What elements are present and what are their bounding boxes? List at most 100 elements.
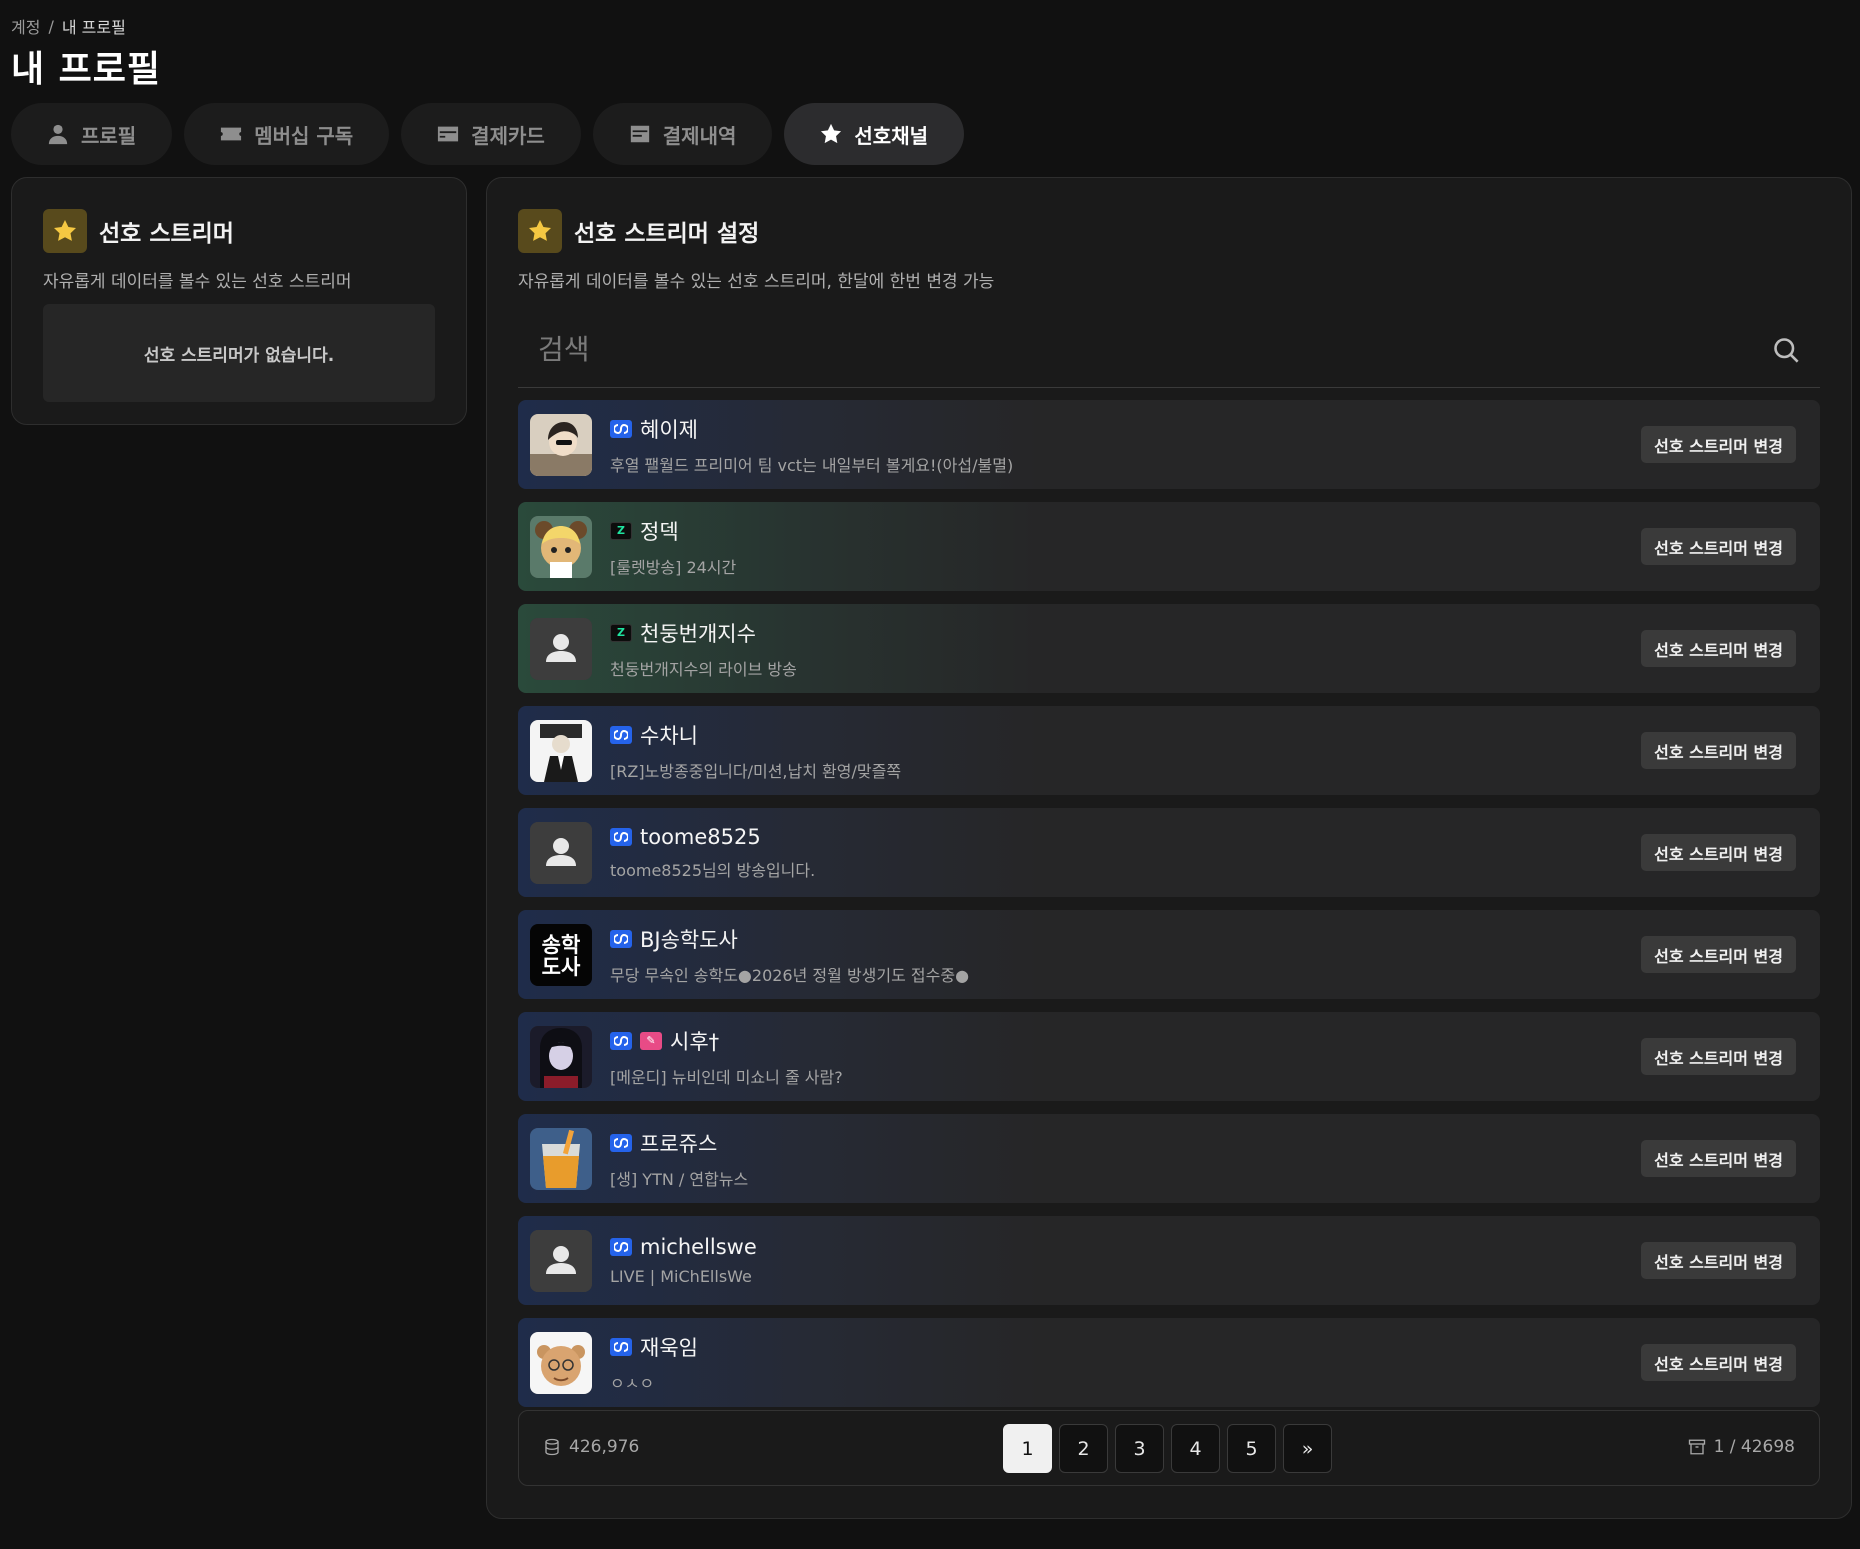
streamer-description: toome8525님의 방송입니다. bbox=[610, 860, 816, 880]
soop-platform-icon bbox=[610, 725, 632, 744]
page-status: 1 / 42698 bbox=[1688, 1437, 1795, 1457]
database-icon bbox=[545, 1438, 559, 1456]
tab-favorite-channel[interactable]: 선호채널 bbox=[784, 103, 964, 165]
streamer-description: ㅇㅅㅇ bbox=[610, 1373, 655, 1393]
streamer-list: 혜이제 후열 팰월드 프리미어 팀 vct는 내일부터 볼게요!(아섭/불멸) … bbox=[518, 400, 1820, 1407]
tab-membership[interactable]: 멤버십 구독 bbox=[184, 103, 390, 165]
streamer-description: 무당 무속인 송학도●2026년 정월 방생기도 접수중● bbox=[610, 965, 970, 985]
streamer-name: 프로쥬스 bbox=[640, 1131, 718, 1156]
streamer-description: [룰렛방송] 24시간 bbox=[610, 557, 737, 577]
streamer-description: [생] YTN / 연합뉴스 bbox=[610, 1169, 749, 1189]
default-avatar-icon bbox=[530, 821, 592, 884]
breadcrumb-current: 내 프로필 bbox=[61, 18, 126, 37]
avatar bbox=[530, 1331, 592, 1394]
tab-label: 멤버십 구독 bbox=[254, 123, 354, 148]
streamer-row: 재욱임 ㅇㅅㅇ 선호 스트리머 변경 bbox=[518, 1318, 1820, 1407]
change-favorite-button[interactable]: 선호 스트리머 변경 bbox=[1641, 1038, 1796, 1075]
panel-title: 선호 스트리머 bbox=[99, 221, 234, 247]
streamer-row: Z 정덱 [룰렛방송] 24시간 선호 스트리머 변경 bbox=[518, 502, 1820, 591]
streamer-description: LIVE | MiChEllsWe bbox=[610, 1267, 752, 1286]
star-icon bbox=[518, 209, 562, 253]
tab-payment-history[interactable]: 결제내역 bbox=[592, 103, 773, 165]
avatar bbox=[530, 1127, 592, 1190]
breadcrumb: 계정 / 내 프로필 bbox=[11, 14, 126, 38]
archive-icon bbox=[1688, 1439, 1705, 1455]
streamer-name: 혜이제 bbox=[640, 417, 698, 442]
next-pages-button[interactable]: » bbox=[1283, 1424, 1332, 1473]
tab-profile[interactable]: 프로필 bbox=[11, 103, 173, 165]
panel-subtitle: 자유롭게 데이터를 볼수 있는 선호 스트리머, 한달에 한번 변경 가능 bbox=[518, 272, 995, 292]
page-button-5[interactable]: 5 bbox=[1227, 1424, 1276, 1473]
favorite-streamer-settings-panel: 선호 스트리머 설정 자유롭게 데이터를 볼수 있는 선호 스트리머, 한달에 … bbox=[486, 177, 1852, 1519]
star-icon bbox=[821, 123, 842, 144]
streamer-row: ✎ 시후† [메운디] 뉴비인데 미쇼니 줄 사람? 선호 스트리머 변경 bbox=[518, 1012, 1820, 1101]
tab-label: 선호채널 bbox=[854, 123, 928, 148]
soop-platform-icon bbox=[610, 1031, 632, 1050]
soop-platform-icon bbox=[610, 419, 632, 438]
streamer-row: 혜이제 후열 팰월드 프리미어 팀 vct는 내일부터 볼게요!(아섭/불멸) … bbox=[518, 400, 1820, 489]
streamer-name: 정덱 bbox=[640, 519, 679, 544]
chzzk-platform-icon: Z bbox=[610, 623, 632, 642]
streamer-description: 후열 팰월드 프리미어 팀 vct는 내일부터 볼게요!(아섭/불멸) bbox=[610, 455, 1014, 475]
avatar-text-line: 송학 bbox=[541, 932, 581, 957]
streamer-description: [RZ]노방종중입니다/미션,납치 환영/맞즐쪽 bbox=[610, 761, 902, 781]
change-favorite-button[interactable]: 선호 스트리머 변경 bbox=[1641, 834, 1796, 871]
avatar bbox=[530, 719, 592, 782]
change-favorite-button[interactable]: 선호 스트리머 변경 bbox=[1641, 528, 1796, 565]
soop-platform-icon bbox=[610, 1337, 632, 1356]
streamer-name: michellswe bbox=[640, 1235, 757, 1259]
change-favorite-button[interactable]: 선호 스트리머 변경 bbox=[1641, 936, 1796, 973]
avatar bbox=[530, 413, 592, 476]
favorite-streamer-panel: 선호 스트리머 자유롭게 데이터를 볼수 있는 선호 스트리머 선호 스트리머가… bbox=[11, 177, 467, 425]
change-favorite-button[interactable]: 선호 스트리머 변경 bbox=[1641, 630, 1796, 667]
search-bar bbox=[518, 312, 1820, 388]
empty-state: 선호 스트리머가 없습니다. bbox=[43, 304, 435, 402]
default-avatar-icon bbox=[530, 617, 592, 680]
streamer-name: BJ송학도사 bbox=[640, 927, 738, 952]
default-avatar-icon bbox=[530, 1229, 592, 1292]
receipt-icon bbox=[630, 125, 649, 143]
streamer-row: toome8525 toome8525님의 방송입니다. 선호 스트리머 변경 bbox=[518, 808, 1820, 897]
total-count-value: 426,976 bbox=[569, 1437, 640, 1457]
streamer-description: [메운디] 뉴비인데 미쇼니 줄 사람? bbox=[610, 1067, 843, 1087]
page-button-4[interactable]: 4 bbox=[1171, 1424, 1220, 1473]
star-icon bbox=[43, 209, 87, 253]
tab-label: 결제카드 bbox=[471, 123, 545, 148]
tab-label: 프로필 bbox=[81, 123, 137, 148]
streamer-description: 천둥번개지수의 라이브 방송 bbox=[610, 659, 797, 679]
page-button-3[interactable]: 3 bbox=[1115, 1424, 1164, 1473]
panel-subtitle: 자유롭게 데이터를 볼수 있는 선호 스트리머 bbox=[43, 272, 352, 292]
streamer-name: 천둥번개지수 bbox=[640, 621, 756, 646]
avatar bbox=[530, 1025, 592, 1088]
search-icon[interactable] bbox=[1772, 336, 1800, 364]
streamer-row: michellswe LIVE | MiChEllsWe 선호 스트리머 변경 bbox=[518, 1216, 1820, 1305]
pencil-badge-icon: ✎ bbox=[640, 1031, 662, 1050]
avatar bbox=[530, 515, 592, 578]
change-favorite-button[interactable]: 선호 스트리머 변경 bbox=[1641, 732, 1796, 769]
page-title: 내 프로필 bbox=[11, 49, 162, 90]
change-favorite-button[interactable]: 선호 스트리머 변경 bbox=[1641, 1344, 1796, 1381]
avatar: 송학 도사 bbox=[530, 923, 592, 986]
change-favorite-button[interactable]: 선호 스트리머 변경 bbox=[1641, 426, 1796, 463]
ticket-icon bbox=[221, 127, 242, 141]
total-count: 426,976 bbox=[543, 1437, 639, 1457]
chzzk-platform-icon: Z bbox=[610, 521, 632, 540]
page-buttons: 1 2 3 4 5 » bbox=[1003, 1424, 1332, 1473]
tab-bar: 프로필 멤버십 구독 결제카드 결제내역 선호채널 bbox=[11, 103, 964, 165]
breadcrumb-separator: / bbox=[48, 16, 54, 36]
pagination-bar: 426,976 1 2 3 4 5 » 1 / 42698 bbox=[518, 1410, 1820, 1486]
change-favorite-button[interactable]: 선호 스트리머 변경 bbox=[1641, 1140, 1796, 1177]
avatar-text-line: 도사 bbox=[541, 954, 581, 979]
page-button-1[interactable]: 1 bbox=[1003, 1424, 1052, 1473]
search-input[interactable] bbox=[518, 312, 1820, 387]
user-icon bbox=[48, 124, 68, 145]
streamer-name: 시후† bbox=[670, 1029, 720, 1054]
soop-platform-icon bbox=[610, 1133, 632, 1152]
streamer-row: Z 천둥번개지수 천둥번개지수의 라이브 방송 선호 스트리머 변경 bbox=[518, 604, 1820, 693]
streamer-name: toome8525 bbox=[640, 824, 761, 849]
page-button-2[interactable]: 2 bbox=[1059, 1424, 1108, 1473]
change-favorite-button[interactable]: 선호 스트리머 변경 bbox=[1641, 1242, 1796, 1279]
tab-payment-card[interactable]: 결제카드 bbox=[401, 103, 581, 165]
streamer-row: 수차니 [RZ]노방종중입니다/미션,납치 환영/맞즐쪽 선호 스트리머 변경 bbox=[518, 706, 1820, 795]
breadcrumb-parent[interactable]: 계정 bbox=[11, 14, 40, 38]
